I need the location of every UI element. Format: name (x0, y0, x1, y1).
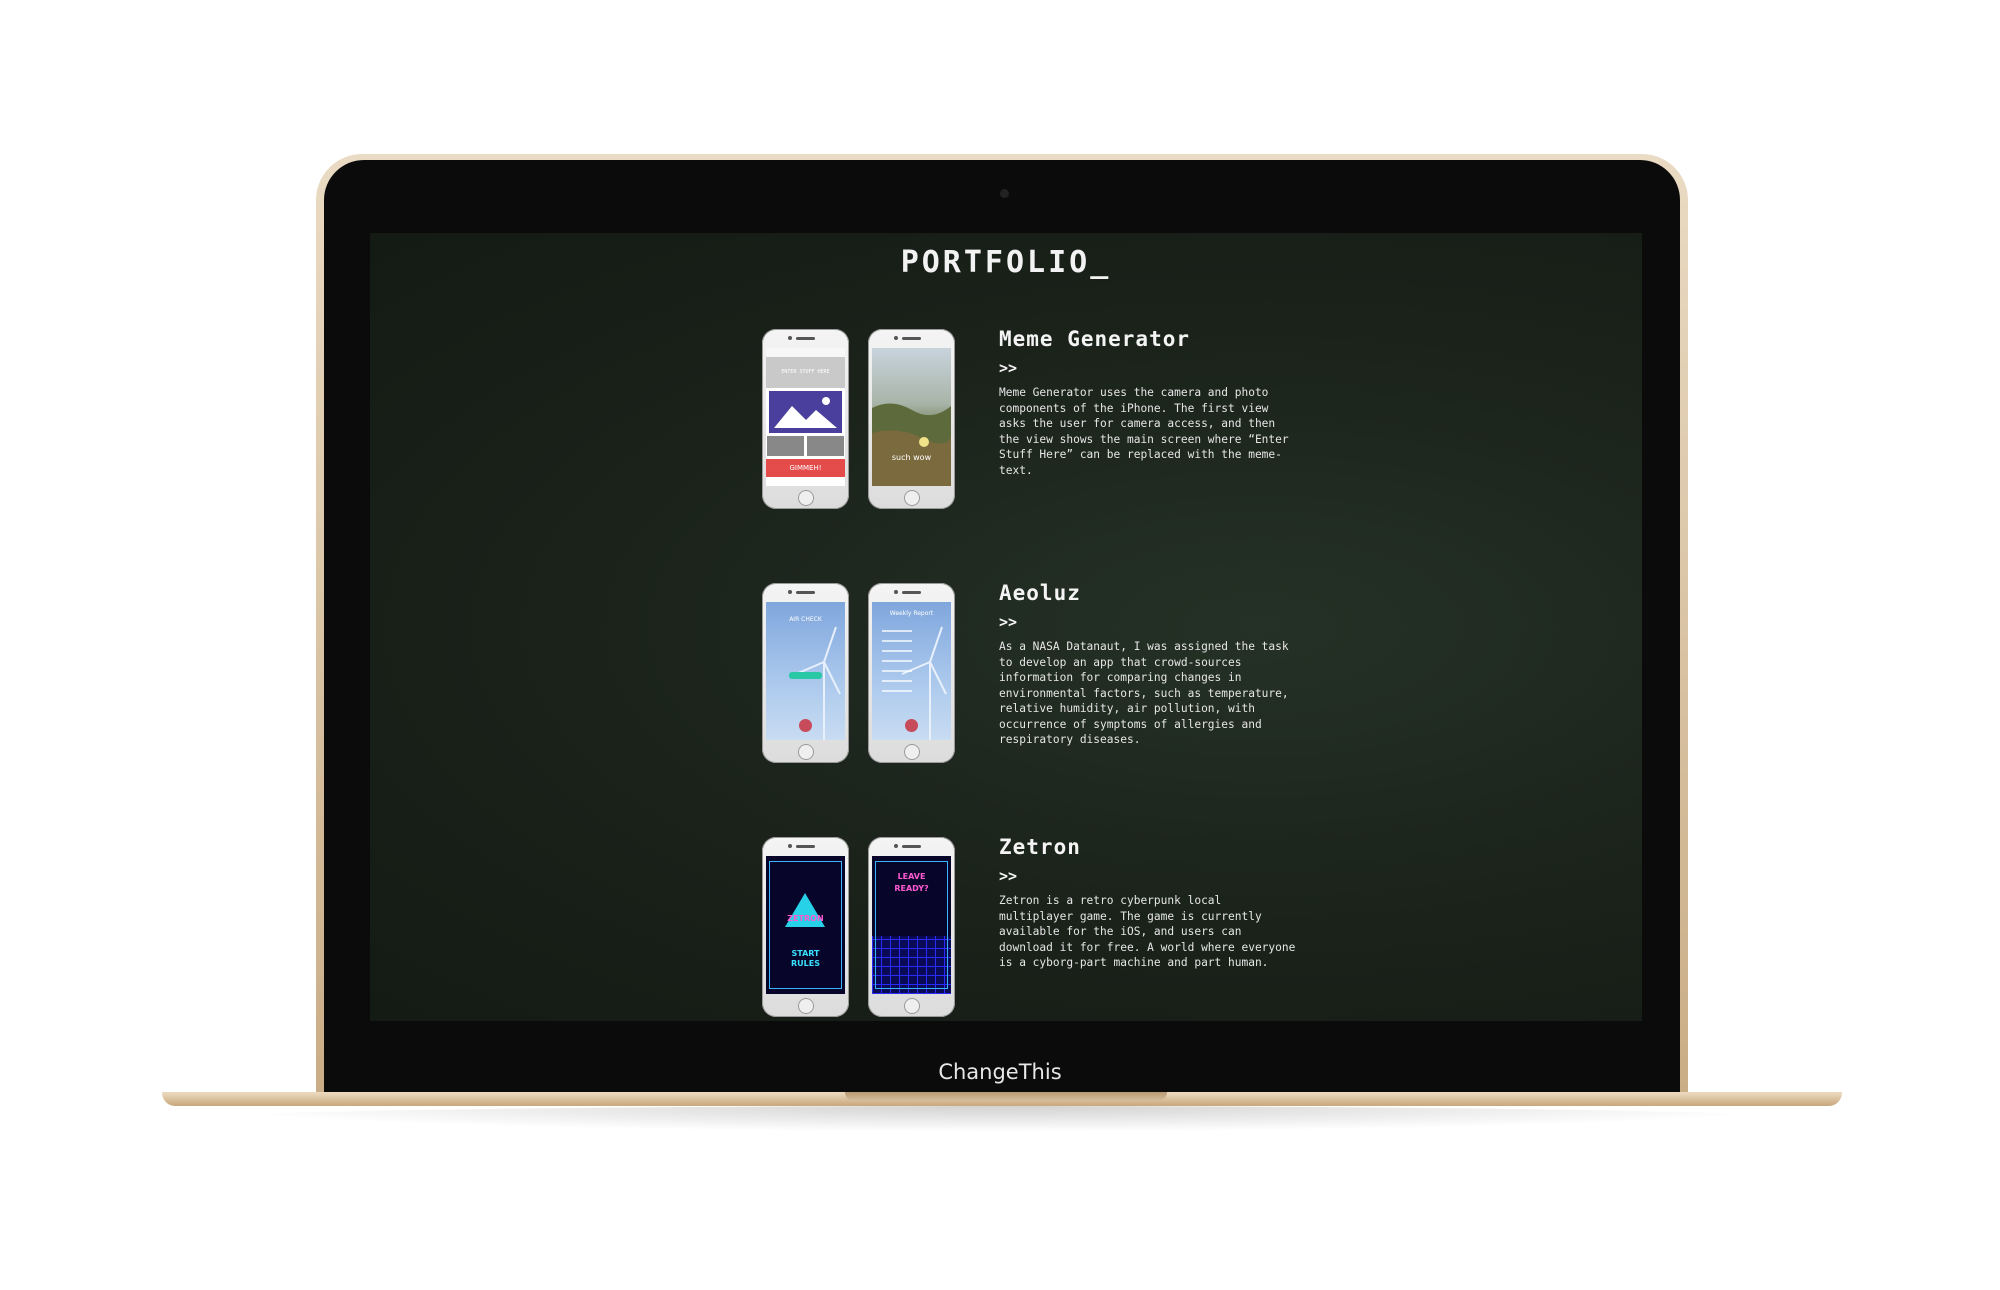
submit-button (789, 672, 822, 679)
project-title[interactable]: Aeoluz (999, 581, 1081, 605)
phone-mockup[interactable]: ENTER STUFF HERE GIMMEH! (762, 329, 849, 509)
website-screen: PORTFOLIO_ ENTER STUFF HERE GIMMEH! such… (370, 233, 1642, 1021)
page-title: PORTFOLIO_ (900, 245, 1112, 280)
laptop-hinge-notch (845, 1092, 1167, 1101)
project-card-aeoluz: AIR CHECK Weekly Report Aeoluz >> As a N… (762, 581, 1322, 763)
project-card-meme-generator: ENTER STUFF HERE GIMMEH! such wow Meme G… (762, 327, 1322, 509)
app-screenshot: such wow (872, 348, 951, 486)
phone-mockup[interactable]: Weekly Report (868, 583, 955, 763)
home-button-icon (904, 998, 920, 1014)
project-description: Meme Generator uses the camera and photo… (999, 386, 1289, 477)
enter-text-label: ENTER STUFF HERE (781, 369, 830, 375)
project-title[interactable]: Meme Generator (999, 327, 1190, 351)
weekly-report-heading: Weekly Report (889, 610, 934, 617)
phone-mockup[interactable]: LEAVE READY? (868, 837, 955, 1017)
ready-prompt: READY? (894, 884, 929, 893)
phone-mockup[interactable]: ZETRON START RULES (762, 837, 849, 1017)
project-description: Zetron is a retro cyberpunk local multip… (999, 894, 1296, 969)
leave-prompt: LEAVE (897, 872, 926, 881)
laptop-shadow (190, 1106, 1810, 1132)
project-description: As a NASA Datanaut, I was assigned the t… (999, 640, 1289, 746)
project-link-arrow[interactable]: >> (999, 359, 1017, 377)
phone-mockup[interactable]: AIR CHECK (762, 583, 849, 763)
device-label: ChangeThis (938, 1060, 1062, 1084)
home-button-icon (904, 744, 920, 760)
zetron-logo: ZETRON (787, 914, 824, 923)
project-link-arrow[interactable]: >> (999, 613, 1017, 631)
app-screenshot: ENTER STUFF HERE GIMMEH! (766, 348, 845, 486)
phone-mockup[interactable]: such wow (868, 329, 955, 509)
avatar (799, 719, 812, 732)
avatar (905, 719, 918, 732)
home-button-icon (798, 490, 814, 506)
project-card-zetron: ZETRON START RULES LEAVE READY? Zetron >… (762, 835, 1322, 1017)
webcam-icon (1000, 189, 1009, 198)
project-link-arrow[interactable]: >> (999, 867, 1017, 885)
home-button-icon (904, 490, 920, 506)
image-placeholder-icon (768, 390, 843, 434)
app-screenshot: AIR CHECK (766, 602, 845, 740)
home-button-icon (798, 744, 814, 760)
rules-menu-item: RULES (791, 959, 820, 968)
app-screenshot: LEAVE READY? (872, 856, 951, 994)
album-button (767, 436, 804, 456)
home-button-icon (798, 998, 814, 1014)
app-screenshot: ZETRON START RULES (766, 856, 845, 994)
project-title[interactable]: Zetron (999, 835, 1081, 859)
air-check-heading: AIR CHECK (789, 616, 822, 623)
app-screenshot: Weekly Report (872, 602, 951, 740)
meme-caption: such wow (891, 453, 932, 462)
gimmeh-button: GIMMEH! (766, 459, 845, 477)
camera-button (807, 436, 844, 456)
start-menu-item: START (791, 949, 820, 958)
